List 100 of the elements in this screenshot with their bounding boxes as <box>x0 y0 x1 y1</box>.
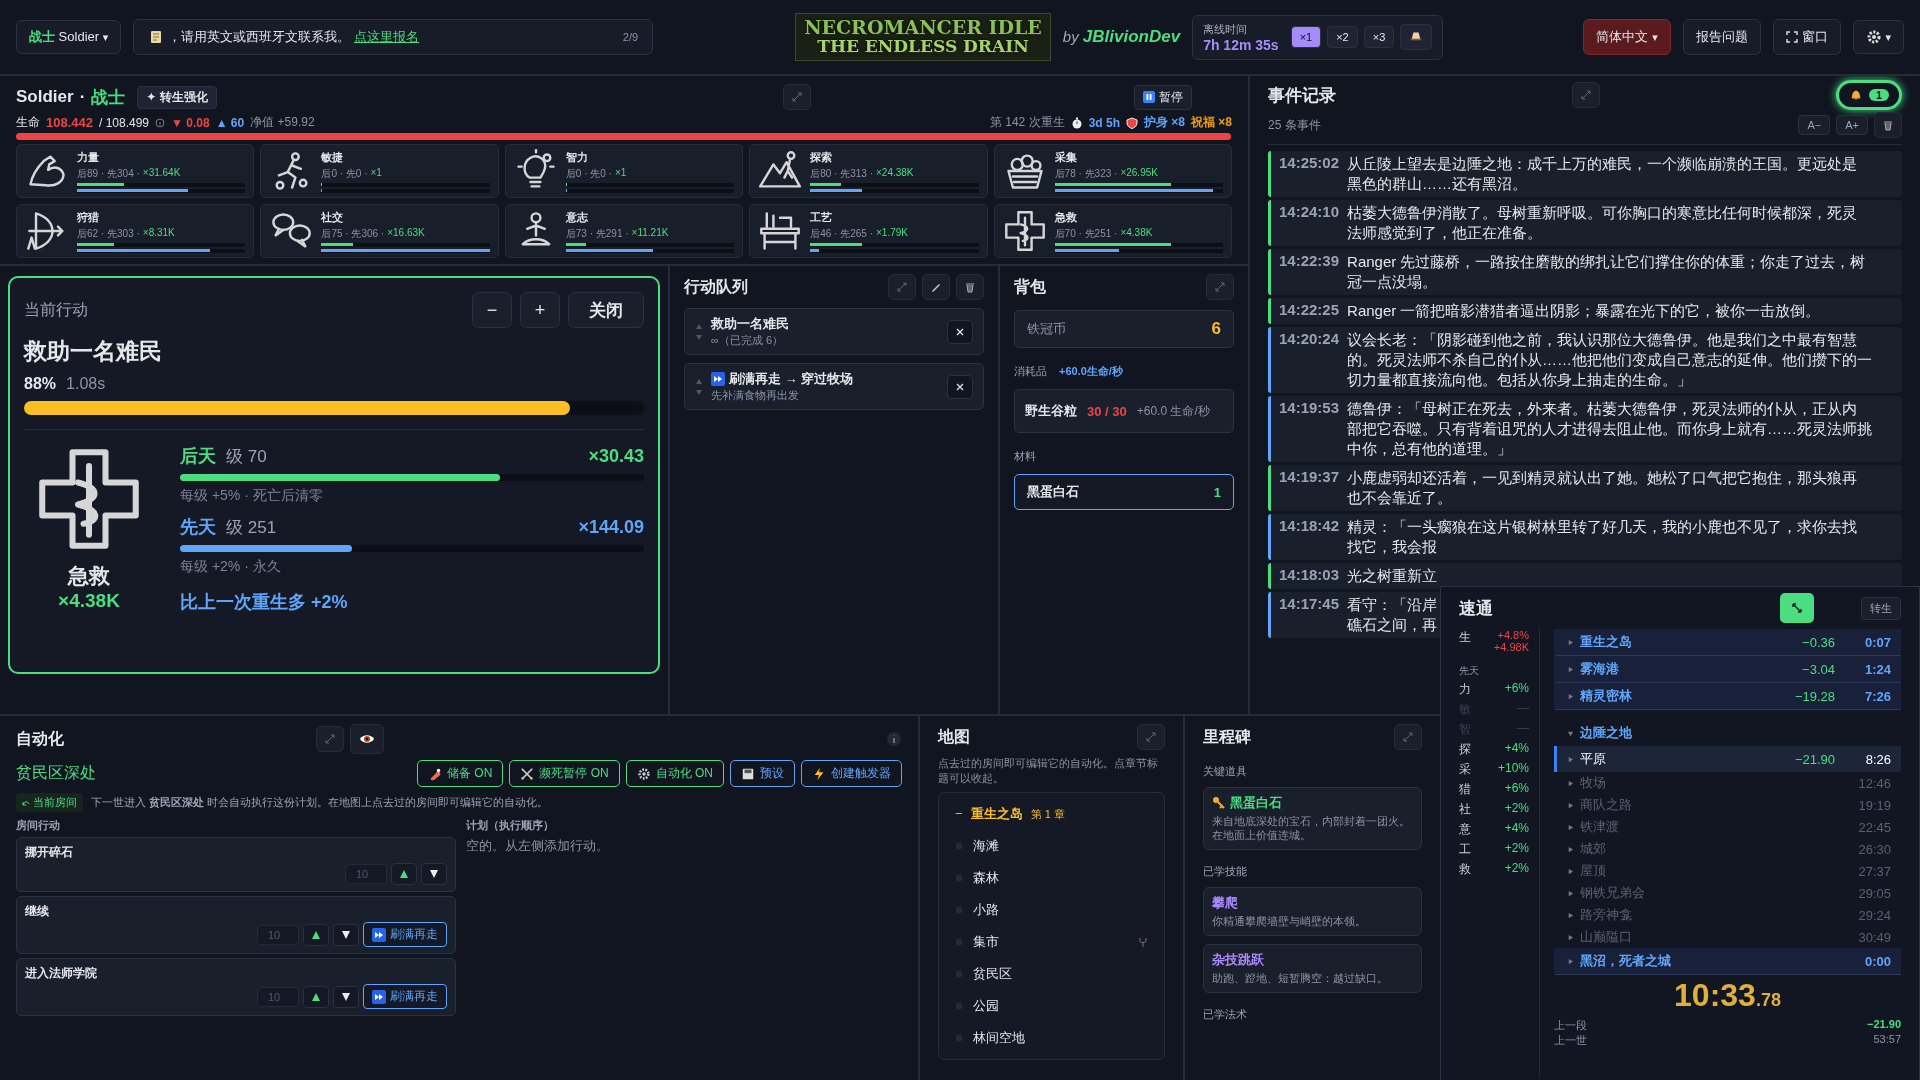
stat-card[interactable]: 敏捷 后0 · 先0 · ×1 <box>260 144 499 198</box>
move-down-button[interactable] <box>421 863 447 885</box>
acquired-note: 每级 +5% · 死亡后清零 <box>180 487 324 505</box>
innate-heading: 先天 <box>1459 664 1480 678</box>
pause-button[interactable]: 暂停 <box>1134 84 1192 110</box>
rebirth-button[interactable]: 转生 <box>1861 596 1901 620</box>
queue-item[interactable]: 刷满再走 → 穿过牧场 先补满食物再出发 <box>684 363 984 410</box>
report-button[interactable]: 报告问题 <box>1682 19 1761 55</box>
rebirth-upgrade-button[interactable]: ✦ 转生强化 <box>137 85 217 109</box>
consumables-rate: +60.0生命/秒 <box>1059 364 1123 379</box>
age-value: 3d 5h <box>1088 115 1120 130</box>
stat-card[interactable]: 采集 后78 · 先323 · ×26.95K <box>993 144 1232 198</box>
delete-button[interactable] <box>956 274 984 300</box>
room-item[interactable]: 贫民区 <box>955 965 1148 983</box>
refill-button[interactable]: 刷满再走 <box>363 984 447 1009</box>
signup-link[interactable]: 点这里报名 <box>354 28 420 46</box>
split-row[interactable]: 黑沼，死者之城 0:00 <box>1554 948 1901 975</box>
move-down-button[interactable] <box>333 985 359 1008</box>
room-item[interactable]: 公园 <box>955 997 1148 1015</box>
character-class: 战士 <box>91 86 126 109</box>
stat-card[interactable]: 探索 后80 · 先313 · ×24.38K <box>749 144 988 198</box>
split-row[interactable]: 精灵密林 −19.28 7:26 <box>1554 683 1901 710</box>
workbench-icon <box>758 209 803 253</box>
visibility-button[interactable] <box>350 724 384 754</box>
move-down-button[interactable] <box>333 923 359 946</box>
bonus-value: +2% <box>1504 841 1529 857</box>
previous-segment-label: 上一段 <box>1554 1018 1587 1033</box>
consumable-item[interactable]: 野生谷粒 30 / 30 +60.0 生命/秒 <box>1014 389 1234 433</box>
skill-description: 你精通攀爬墙壁与峭壁的本领。 <box>1212 915 1367 929</box>
split-row[interactable]: 平原 −21.90 8:26 <box>1554 746 1901 772</box>
room-item[interactable]: 森林 <box>955 869 1148 887</box>
clear-log-button[interactable] <box>1874 112 1902 138</box>
automation-toggle-button[interactable]: 预设 <box>730 760 795 787</box>
chapter-header[interactable]: − 重生之岛 第 1 章 <box>955 805 1148 823</box>
automation-toggle-button[interactable]: 储备 ON <box>416 760 504 787</box>
close-button[interactable]: 关闭 <box>568 292 644 328</box>
automation-toggle-button[interactable]: 自动化 ON <box>625 760 724 787</box>
column-label: 房间行动 <box>16 818 61 833</box>
stat-card[interactable]: 智力 后0 · 先0 · ×1 <box>504 144 744 198</box>
decrease-button[interactable]: − <box>472 292 512 328</box>
acquired-level-label: 级 70 <box>226 446 267 468</box>
increase-button[interactable]: + <box>520 292 560 328</box>
log-time: 14:22:25 <box>1279 301 1340 320</box>
speed-button[interactable]: ×3 <box>1363 26 1395 48</box>
caret-icon <box>1567 889 1574 897</box>
split-row[interactable]: 雾海港 −3.04 1:24 <box>1554 656 1901 683</box>
room-item[interactable]: 小路 <box>955 901 1148 919</box>
split-name: 铁津渡 <box>1580 818 1619 836</box>
item-rate: +60.0 生命/秒 <box>1136 402 1210 420</box>
automation-toggle-button[interactable]: 濒死暂停 ON <box>509 760 620 787</box>
bonus-value: +2% <box>1504 801 1529 817</box>
remove-button[interactable] <box>947 374 973 399</box>
split-time: 0:07 <box>1863 634 1891 650</box>
log-text: 从丘陵上望去是边陲之地：成千上万的难民，一个濒临崩溃的王国。更远处是 <box>1347 154 1858 174</box>
expand-button[interactable] <box>1780 593 1814 623</box>
refill-button[interactable]: 刷满再走 <box>363 922 447 947</box>
room-item[interactable]: 海滩 <box>955 837 1148 855</box>
life-max: / 108.499 <box>99 115 150 130</box>
log-text: 冠一点没塌。 <box>1347 272 1439 292</box>
stat-card[interactable]: 社交 后75 · 先306 · ×16.63K <box>260 204 499 258</box>
diagonal-arrows-icon <box>1580 90 1591 100</box>
stat-card[interactable]: 力量 后89 · 先304 · ×31.64K <box>16 144 255 198</box>
automation-toggle-button[interactable]: 创建触发器 <box>801 760 902 787</box>
room-item[interactable]: 林间空地 <box>955 1029 1148 1047</box>
split-row[interactable]: 重生之岛 −0.36 0:07 <box>1554 629 1901 656</box>
move-up-button[interactable] <box>391 863 417 885</box>
move-up-button[interactable] <box>303 923 329 946</box>
stat-card[interactable]: 狩猎 后62 · 先303 · ×8.31K <box>16 204 255 258</box>
stat-card[interactable]: 工艺 后46 · 先265 · ×1.79K <box>749 204 988 258</box>
window-button[interactable]: 窗口 <box>1772 19 1841 55</box>
edit-button[interactable] <box>922 274 950 300</box>
map-hint: 点去过的房间即可编辑它的自动化。点章节标题可以收起。 <box>938 756 1159 786</box>
diagonal-arrows-icon <box>1215 282 1225 292</box>
class-select[interactable]: 战士 Soldier ▾ <box>16 20 122 54</box>
queue-item[interactable]: 救助一名难民 ∞（已完成 6） <box>684 308 984 355</box>
move-up-button[interactable] <box>303 985 329 1008</box>
skill-multiplier: ×4.38K <box>58 590 120 612</box>
split-time: 30:49 <box>1857 929 1891 945</box>
split-group-header[interactable]: 边陲之地 <box>1554 720 1901 746</box>
up-triangle-icon <box>399 869 409 879</box>
remove-button[interactable] <box>947 319 973 344</box>
room-item[interactable]: 集市 <box>955 933 1148 951</box>
speed-button[interactable]: ×1 <box>1290 26 1322 48</box>
speed-button[interactable]: ×2 <box>1327 26 1358 48</box>
info-icon[interactable] <box>886 731 902 747</box>
font-smaller-button[interactable]: A− <box>1798 115 1831 135</box>
acquired-label: 后天 <box>180 445 216 468</box>
stat-multiplier: ×24.38K <box>876 166 914 180</box>
font-larger-button[interactable]: A+ <box>1836 115 1868 135</box>
stat-card[interactable]: 急救 后70 · 先251 · ×4.38K <box>993 204 1232 258</box>
notifications-button[interactable]: 1 <box>1835 80 1902 110</box>
material-item[interactable]: 黑蛋白石 1 <box>1014 474 1234 510</box>
currency-count: 6 <box>1211 319 1221 339</box>
language-select[interactable]: 简体中文 ▾ <box>1583 19 1671 55</box>
queue-item-title: 刷满再走 → 穿过牧场 <box>729 370 854 388</box>
hat-button[interactable] <box>1400 24 1433 50</box>
settings-button[interactable]: ▾ <box>1852 20 1904 54</box>
offline-time: 7h 12m 35s <box>1203 36 1279 53</box>
stat-card[interactable]: 意志 后73 · 先291 · ×11.21K <box>504 204 744 258</box>
room-action-name: 继续 <box>25 903 50 920</box>
